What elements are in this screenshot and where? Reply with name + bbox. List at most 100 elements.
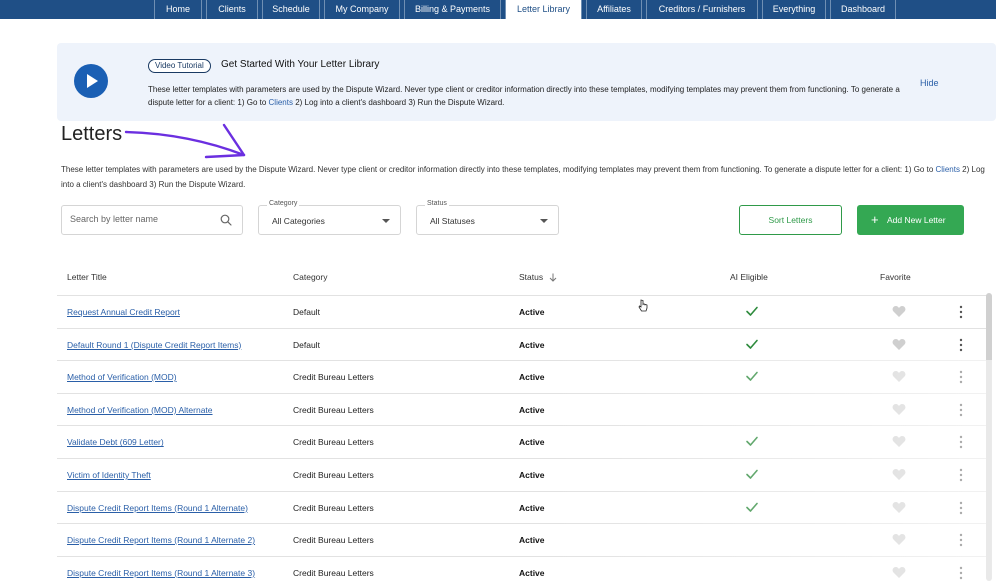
letter-category: Credit Bureau Letters: [293, 502, 374, 513]
tab-dashboard[interactable]: Dashboard: [830, 0, 896, 19]
heart-icon[interactable]: [892, 305, 906, 318]
letter-status: Active: [519, 535, 545, 546]
tab-letter-library[interactable]: Letter Library: [505, 0, 582, 19]
letter-title-link[interactable]: Dispute Credit Report Items (Round 1 Alt…: [67, 535, 255, 545]
heart-icon[interactable]: [892, 566, 906, 579]
heart-icon[interactable]: [892, 403, 906, 416]
tab-creditors-furnishers[interactable]: Creditors / Furnishers: [646, 0, 758, 19]
more-options-icon[interactable]: [959, 566, 963, 580]
sort-letters-button[interactable]: Sort Letters: [739, 205, 842, 235]
more-options-icon[interactable]: [959, 403, 963, 417]
tutorial-banner: Video Tutorial Get Started With Your Let…: [57, 43, 996, 121]
table-row[interactable]: Request Annual Credit Report Default Activ…: [57, 295, 987, 327]
search-icon[interactable]: [220, 214, 232, 226]
checkmark-icon: [746, 306, 758, 316]
banner-clients-link[interactable]: Clients: [269, 98, 293, 107]
table-row[interactable]: Method of Verification (MOD) Credit Burea…: [57, 360, 987, 392]
table-row[interactable]: Dispute Credit Report Items (Round 1 Alt…: [57, 523, 987, 555]
table-scrollbar[interactable]: [986, 293, 992, 581]
hide-banner-link[interactable]: Hide: [920, 78, 939, 88]
header-category[interactable]: Category: [293, 272, 328, 282]
letter-title-link[interactable]: Request Annual Credit Report: [67, 307, 180, 317]
header-status-label: Status: [519, 272, 544, 282]
letter-status: Active: [519, 339, 545, 350]
add-new-letter-label: Add New Letter: [887, 215, 946, 225]
header-status[interactable]: Status: [519, 272, 557, 282]
heart-icon[interactable]: [892, 468, 906, 481]
more-options-icon[interactable]: [959, 305, 963, 319]
letter-title-link[interactable]: Default Round 1 (Dispute Credit Report I…: [67, 340, 241, 350]
letter-status: Active: [519, 404, 545, 415]
tab-everything[interactable]: Everything: [762, 0, 826, 19]
mouse-cursor-icon: [638, 299, 648, 312]
add-new-letter-button[interactable]: + Add New Letter: [857, 205, 964, 235]
table-row[interactable]: Dispute Credit Report Items (Round 1 Alt…: [57, 490, 987, 523]
page-title: Letters: [61, 123, 123, 145]
letter-title-link[interactable]: Method of Verification (MOD): [67, 372, 177, 382]
letter-category: Credit Bureau Letters: [293, 404, 374, 415]
letter-title-link[interactable]: Dispute Credit Report Items (Round 1 Alt…: [67, 503, 248, 513]
letter-title-link[interactable]: Validate Debt (609 Letter): [67, 437, 164, 447]
category-value: All Categories: [272, 216, 325, 226]
banner-text-part: These letter templates with parameters a…: [148, 85, 900, 107]
sort-arrow-down-icon[interactable]: [549, 273, 557, 282]
banner-text-part: 2) Log into a client's dashboard 3) Run …: [292, 98, 505, 107]
table-row[interactable]: Default Round 1 (Dispute Credit Report I…: [57, 327, 987, 360]
desc-clients-link[interactable]: Clients: [936, 165, 960, 174]
heart-icon[interactable]: [892, 533, 906, 546]
more-options-icon[interactable]: [959, 370, 963, 384]
header-ai-eligible[interactable]: AI Eligible: [730, 272, 768, 282]
checkmark-icon: [746, 339, 758, 349]
search-input[interactable]: [70, 214, 210, 224]
tab-affiliates[interactable]: Affiliates: [586, 0, 642, 19]
table-row[interactable]: Method of Verification (MOD) Alternate Cr…: [57, 392, 987, 425]
letter-title-link[interactable]: Victim of Identity Theft: [67, 470, 151, 480]
banner-title: Get Started With Your Letter Library: [221, 59, 380, 70]
letter-category: Credit Bureau Letters: [293, 372, 374, 383]
annotation-arrow-icon: [124, 123, 246, 159]
letter-category: Default: [293, 339, 320, 350]
letter-status: Active: [519, 307, 545, 317]
letter-status: Active: [519, 502, 545, 513]
table-row[interactable]: Dispute Credit Report Items (Round 1 Alt…: [57, 555, 987, 588]
letter-title-link[interactable]: Dispute Credit Report Items (Round 1 Alt…: [67, 568, 255, 578]
tab-home[interactable]: Home: [154, 0, 202, 19]
letter-category: Credit Bureau Letters: [293, 470, 374, 480]
heart-icon[interactable]: [892, 501, 906, 514]
heart-icon[interactable]: [892, 338, 906, 351]
status-label: Status: [425, 200, 449, 207]
more-options-icon[interactable]: [959, 533, 963, 547]
desc-text-part: These letter templates with parameters a…: [61, 165, 936, 174]
table-row[interactable]: Validate Debt (609 Letter) Credit Bureau …: [57, 425, 987, 457]
table-row[interactable]: Victim of Identity Theft Credit Bureau Le…: [57, 458, 987, 490]
letter-status: Active: [519, 567, 545, 578]
more-options-icon[interactable]: [959, 468, 963, 482]
header-letter-title[interactable]: Letter Title: [67, 272, 107, 282]
heart-icon[interactable]: [892, 370, 906, 383]
video-tutorial-badge[interactable]: Video Tutorial: [148, 59, 211, 73]
status-select[interactable]: Status All Statuses: [416, 200, 559, 235]
tab-my-company[interactable]: My Company: [324, 0, 400, 19]
letter-category: Default: [293, 307, 320, 317]
more-options-icon[interactable]: [959, 338, 963, 352]
heart-icon[interactable]: [892, 435, 906, 448]
tab-schedule[interactable]: Schedule: [262, 0, 320, 19]
category-label: Category: [267, 200, 300, 207]
plus-icon: +: [871, 212, 879, 227]
more-options-icon[interactable]: [959, 435, 963, 449]
header-favorite[interactable]: Favorite: [880, 272, 911, 282]
top-nav: Home Clients Schedule My Company Billing…: [0, 0, 996, 19]
chevron-down-icon: [540, 219, 548, 223]
page-description: These letter templates with parameters a…: [61, 162, 993, 192]
tab-billing-payments[interactable]: Billing & Payments: [404, 0, 501, 19]
more-options-icon[interactable]: [959, 501, 963, 515]
letter-category: Credit Bureau Letters: [293, 535, 374, 546]
checkmark-icon: [746, 469, 758, 479]
chevron-down-icon: [382, 219, 390, 223]
letter-status: Active: [519, 372, 545, 383]
category-select[interactable]: Category All Categories: [258, 200, 401, 235]
checkmark-icon: [746, 437, 758, 447]
play-icon[interactable]: [74, 64, 108, 98]
tab-clients[interactable]: Clients: [206, 0, 258, 19]
letter-title-link[interactable]: Method of Verification (MOD) Alternate: [67, 405, 213, 415]
